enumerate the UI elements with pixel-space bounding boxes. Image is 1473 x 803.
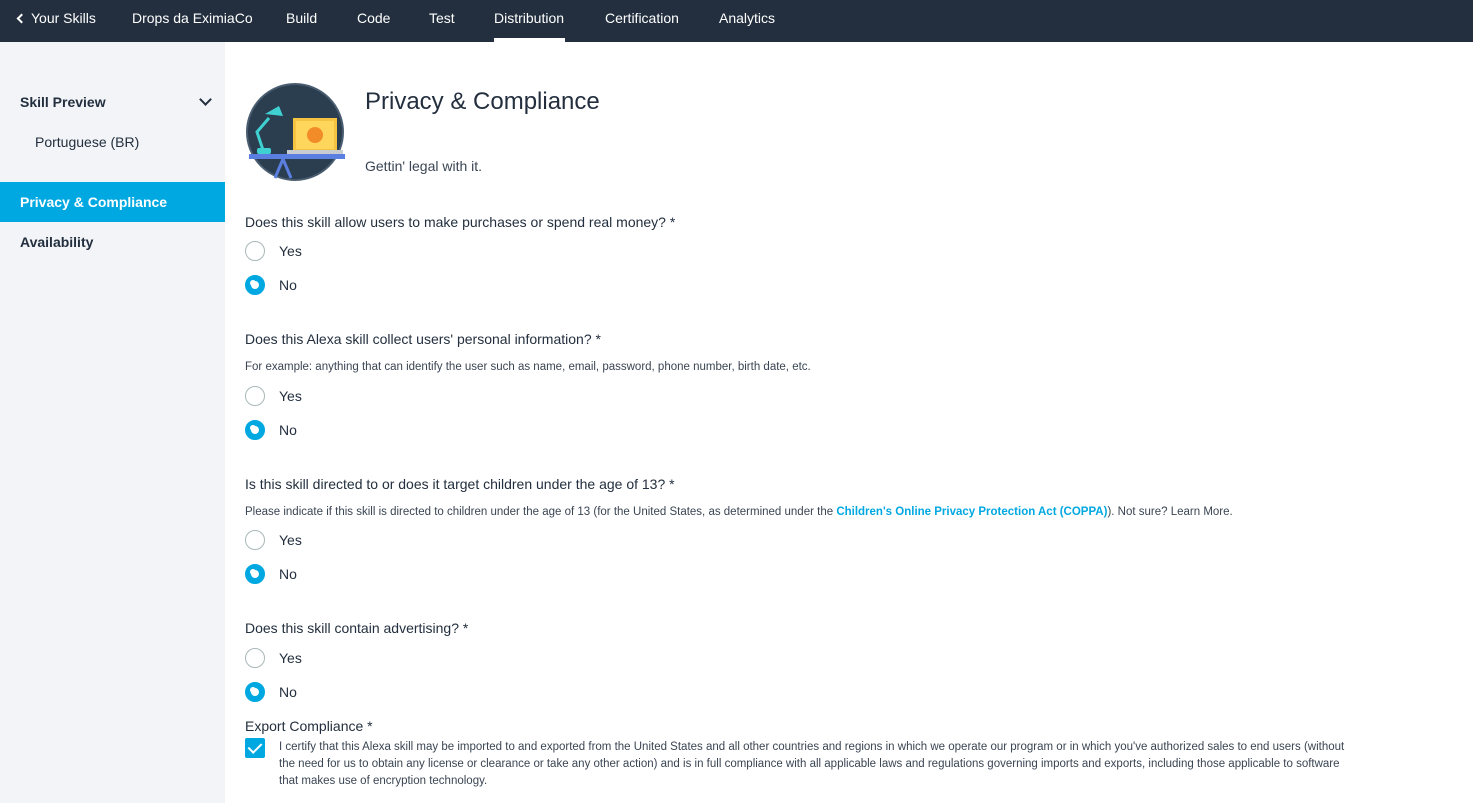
radio-button[interactable] — [245, 648, 265, 668]
question-children-hint: Please indicate if this skill is directe… — [245, 506, 1233, 518]
radio-label: No — [279, 566, 297, 582]
radio-button[interactable] — [245, 241, 265, 261]
radio-personal-info-no[interactable]: No — [245, 419, 297, 441]
radio-button[interactable] — [245, 530, 265, 550]
nav-skill-name[interactable]: Drops da EximiaCo — [132, 0, 253, 42]
radio-personal-info-yes[interactable]: Yes — [245, 385, 302, 407]
question-children: Is this skill directed to or does it tar… — [245, 476, 675, 492]
radio-button-selected[interactable] — [245, 275, 265, 295]
page-subtitle: Gettin' legal with it. — [365, 158, 483, 174]
desk-lamp-illustration-icon — [246, 83, 345, 181]
sidebar-item-availability[interactable]: Availability — [0, 222, 225, 262]
nav-certification[interactable]: Certification — [605, 0, 679, 42]
radio-label: Yes — [279, 243, 302, 259]
sidebar-item-portuguese[interactable]: Portuguese (BR) — [0, 122, 225, 162]
nav-build[interactable]: Build — [286, 0, 317, 42]
radio-button-selected[interactable] — [245, 420, 265, 440]
back-label: Your Skills — [31, 10, 96, 26]
hint-text: ). Not sure? Learn More. — [1107, 506, 1233, 518]
main-content: Privacy & Compliance Gettin' legal with … — [225, 42, 1473, 803]
chevron-down-icon — [199, 93, 212, 106]
nav-distribution[interactable]: Distribution — [494, 0, 565, 42]
sidebar: Skill Preview Portuguese (BR) Privacy & … — [0, 42, 225, 803]
radio-label: Yes — [279, 388, 302, 404]
radio-button-selected[interactable] — [245, 682, 265, 702]
question-advertising: Does this skill contain advertising? * — [245, 620, 469, 636]
nav-test[interactable]: Test — [429, 0, 455, 42]
back-to-skills-link[interactable]: Your Skills — [16, 0, 96, 42]
sidebar-item-skill-preview[interactable]: Skill Preview — [0, 82, 225, 122]
top-nav: Your Skills Drops da EximiaCo Build Code… — [0, 0, 1473, 42]
question-personal-info: Does this Alexa skill collect users' per… — [245, 331, 601, 347]
radio-label: Yes — [279, 532, 302, 548]
radio-label: Yes — [279, 650, 302, 666]
sidebar-item-label: Skill Preview — [20, 94, 106, 110]
radio-advertising-no[interactable]: No — [245, 681, 297, 703]
question-personal-info-hint: For example: anything that can identify … — [245, 361, 811, 373]
radio-purchases-no[interactable]: No — [245, 274, 297, 296]
coppa-link[interactable]: Children's Online Privacy Protection Act… — [836, 506, 1107, 518]
chevron-left-icon — [16, 13, 27, 24]
radio-label: No — [279, 422, 297, 438]
radio-button[interactable] — [245, 386, 265, 406]
radio-children-yes[interactable]: Yes — [245, 529, 302, 551]
radio-button-selected[interactable] — [245, 564, 265, 584]
export-compliance-checkbox[interactable] — [245, 738, 265, 758]
sidebar-item-privacy[interactable]: Privacy & Compliance — [0, 182, 225, 222]
radio-label: No — [279, 684, 297, 700]
page-title: Privacy & Compliance — [365, 88, 600, 115]
export-compliance-text: I certify that this Alexa skill may be i… — [279, 741, 1345, 787]
radio-label: No — [279, 277, 297, 293]
nav-analytics[interactable]: Analytics — [719, 0, 775, 42]
radio-children-no[interactable]: No — [245, 563, 297, 585]
radio-advertising-yes[interactable]: Yes — [245, 647, 302, 669]
question-purchases: Does this skill allow users to make purc… — [245, 214, 676, 230]
nav-code[interactable]: Code — [357, 0, 390, 42]
hint-text: Please indicate if this skill is directe… — [245, 506, 837, 518]
radio-purchases-yes[interactable]: Yes — [245, 240, 302, 262]
export-compliance-label: Export Compliance * — [245, 718, 373, 734]
